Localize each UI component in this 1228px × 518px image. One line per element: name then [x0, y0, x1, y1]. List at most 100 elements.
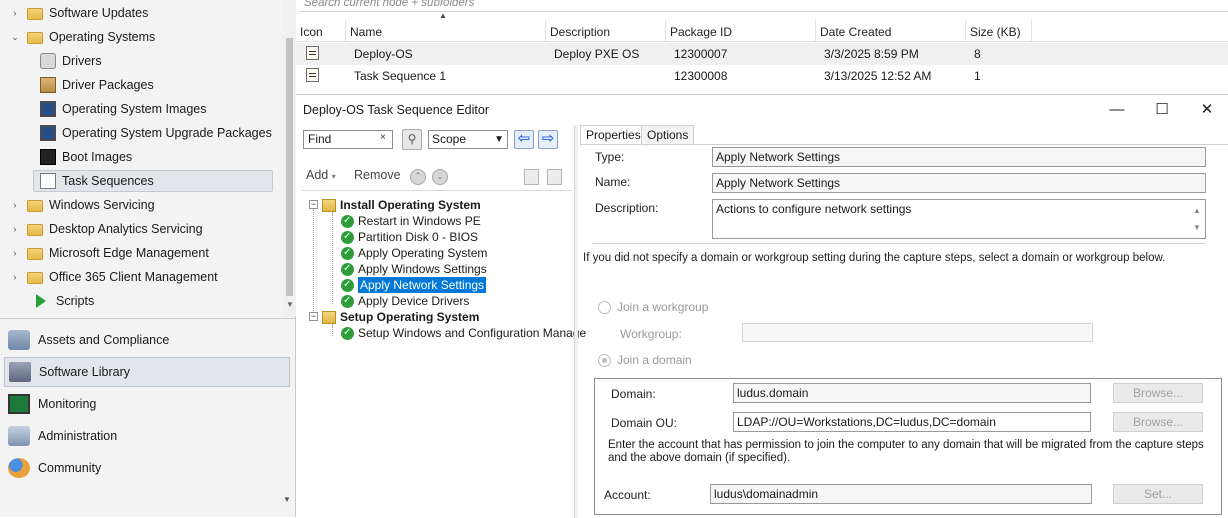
nav-item-edge-management[interactable]: › Microsoft Edge Management — [0, 242, 283, 264]
browse-domain-ou-button[interactable]: Browse... — [1113, 412, 1203, 432]
sort-ascending-icon: ▲ — [439, 11, 447, 20]
domain-ou-field[interactable]: LDAP://OU=Workstations,DC=ludus,DC=domai… — [733, 412, 1091, 432]
column-icon[interactable]: Icon — [296, 20, 346, 42]
ts-step-selected[interactable]: Apply Network Settings — [341, 277, 487, 293]
nav-item-windows-servicing[interactable]: › Windows Servicing — [0, 194, 283, 216]
ts-step[interactable]: Apply Device Drivers — [341, 293, 469, 309]
move-down-button[interactable]: ⌄ — [432, 169, 448, 185]
nav-item-task-sequences[interactable]: Task Sequences — [0, 170, 283, 192]
nav-item-os-images[interactable]: Operating System Images — [0, 98, 283, 120]
workgroup-field[interactable] — [742, 323, 1093, 342]
ts-step[interactable]: Setup Windows and Configuration Manage — [341, 325, 586, 341]
radio-label: Join a workgroup — [617, 300, 709, 314]
workspace-administration[interactable]: Administration — [4, 421, 290, 451]
assets-icon — [8, 330, 30, 350]
ts-group-setup-os[interactable]: Setup Operating System — [322, 309, 479, 325]
expand-icon[interactable]: › — [8, 8, 22, 18]
group-folder-icon — [322, 198, 336, 212]
arrow-right-icon: ⇨ — [541, 130, 555, 147]
expand-icon[interactable]: › — [8, 272, 22, 282]
tab-options[interactable]: Options — [641, 125, 695, 145]
ts-step[interactable]: Apply Windows Settings — [341, 261, 487, 277]
nav-item-desktop-analytics-servicing[interactable]: › Desktop Analytics Servicing — [0, 218, 283, 240]
ts-step[interactable]: Restart in Windows PE — [341, 213, 481, 229]
tab-properties[interactable]: Properties — [580, 125, 647, 146]
properties-panel: Type: Apply Network Settings Name: Apply… — [580, 145, 1228, 518]
scope-dropdown[interactable]: Scope ▼ — [428, 130, 508, 149]
ts-step[interactable]: Apply Operating System — [341, 245, 487, 261]
community-icon — [8, 458, 30, 478]
arrow-left-icon: ⇦ — [517, 130, 531, 147]
table-row[interactable]: Deploy-OS Deploy PXE OS 12300007 3/3/202… — [296, 43, 1228, 65]
column-size[interactable]: Size (KB) — [966, 20, 1032, 42]
workspace-community[interactable]: Community — [4, 453, 290, 483]
find-next-button[interactable]: ⇨ — [538, 130, 558, 149]
administration-icon — [8, 426, 30, 446]
nav-item-scripts[interactable]: Scripts — [0, 290, 283, 312]
nav-item-label: Software Updates — [49, 6, 149, 20]
description-scrollbar[interactable]: ▲ ▼ — [1191, 202, 1203, 238]
nav-item-drivers[interactable]: Drivers — [0, 50, 283, 72]
cell-package-id: 12300008 — [674, 69, 728, 83]
nav-item-office365-client-management[interactable]: › Office 365 Client Management — [0, 266, 283, 288]
find-previous-button[interactable]: ⇦ — [514, 130, 534, 149]
column-package-id[interactable]: Package ID — [666, 20, 816, 42]
outdent-icon[interactable] — [547, 169, 562, 185]
close-button[interactable]: ✕ — [1192, 99, 1222, 121]
collapse-group-icon[interactable]: − — [309, 312, 318, 321]
name-field[interactable]: Apply Network Settings — [712, 173, 1206, 193]
step-ok-icon — [341, 229, 354, 245]
nav-item-software-updates[interactable]: › Software Updates — [0, 2, 283, 24]
add-button[interactable]: Add ▾ — [306, 168, 336, 182]
nav-item-boot-images[interactable]: Boot Images — [0, 146, 283, 168]
expand-icon[interactable]: › — [8, 200, 22, 210]
navigation-scrollbar[interactable]: ▼ — [283, 0, 296, 316]
collapse-group-icon[interactable]: − — [309, 200, 318, 209]
nav-item-label: Driver Packages — [62, 78, 154, 92]
nav-item-operating-systems[interactable]: ⌄ Operating Systems — [0, 26, 283, 48]
scrollbar-thumb[interactable] — [286, 38, 293, 296]
scroll-down-icon[interactable]: ▼ — [283, 495, 291, 504]
column-description[interactable]: Description — [546, 20, 666, 42]
cell-date-created: 3/13/2025 12:52 AM — [824, 69, 932, 83]
pane-splitter[interactable] — [574, 125, 578, 518]
workspace-software-library[interactable]: Software Library — [4, 357, 290, 387]
join-domain-radio[interactable]: Join a domain — [598, 353, 692, 367]
nav-item-driver-packages[interactable]: Driver Packages — [0, 74, 283, 96]
expand-icon[interactable]: › — [8, 248, 22, 258]
step-label: Apply Windows Settings — [358, 262, 487, 276]
folder-icon — [27, 272, 43, 284]
description-field[interactable]: Actions to configure network settings ▲ ▼ — [712, 199, 1206, 239]
indent-icon[interactable] — [524, 169, 539, 185]
radio-label: Join a domain — [617, 353, 692, 367]
clear-icon[interactable]: × — [380, 132, 386, 143]
search-input[interactable]: Search current node + subfolders — [298, 0, 1228, 12]
remove-button[interactable]: Remove — [354, 168, 401, 182]
cell-size: 8 — [974, 47, 981, 61]
ts-group-install-os[interactable]: Install Operating System — [322, 197, 481, 213]
expand-icon[interactable]: › — [8, 224, 22, 234]
step-ok-icon — [341, 245, 354, 261]
maximize-button[interactable]: ☐ — [1147, 99, 1177, 121]
column-name[interactable]: Name — [346, 20, 546, 42]
table-row[interactable]: Task Sequence 1 12300008 3/13/2025 12:52… — [296, 65, 1228, 87]
find-button[interactable]: ⚲ — [402, 129, 422, 150]
collapse-icon[interactable]: ⌄ — [8, 32, 22, 43]
move-up-button[interactable]: ⌃ — [410, 169, 426, 185]
scroll-down-icon[interactable]: ▼ — [286, 300, 294, 309]
folder-icon — [27, 224, 43, 236]
ts-step[interactable]: Partition Disk 0 - BIOS — [341, 229, 478, 245]
workspace-monitoring[interactable]: Monitoring — [4, 389, 290, 419]
workgroup-label: Workgroup: — [620, 327, 682, 341]
workspace-assets-and-compliance[interactable]: Assets and Compliance — [4, 325, 290, 355]
browse-domain-button[interactable]: Browse... — [1113, 383, 1203, 403]
column-date-created[interactable]: Date Created — [816, 20, 966, 42]
nav-item-os-upgrade-packages[interactable]: Operating System Upgrade Packages — [0, 122, 283, 144]
move-up-icon: ⌃ — [414, 171, 422, 181]
step-label: Partition Disk 0 - BIOS — [358, 230, 479, 244]
set-account-button[interactable]: Set... — [1113, 484, 1203, 504]
group-folder-icon — [322, 310, 336, 324]
task-sequence-editor-window: Deploy-OS Task Sequence Editor — ☐ ✕ Fin… — [296, 94, 1228, 518]
join-workgroup-radio[interactable]: Join a workgroup — [598, 300, 708, 314]
minimize-button[interactable]: — — [1102, 99, 1132, 121]
